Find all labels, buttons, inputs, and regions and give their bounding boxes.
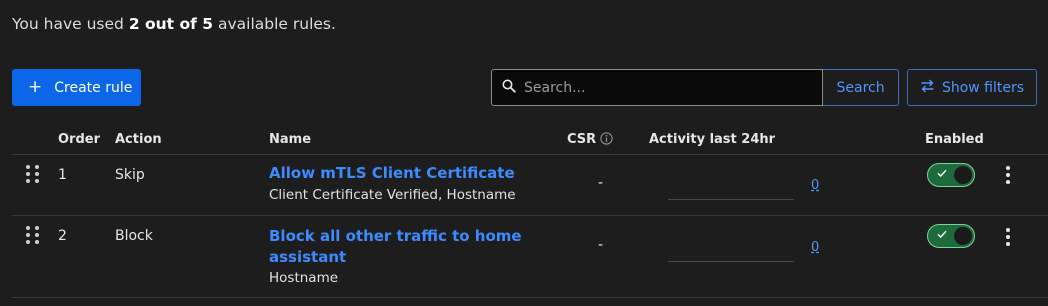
csr-header-label: CSR (567, 132, 597, 147)
search-input[interactable] (524, 79, 804, 96)
enabled-toggle[interactable] (927, 224, 975, 248)
kebab-menu-icon[interactable] (1005, 165, 1011, 185)
row-order: 2 (58, 228, 67, 244)
show-filters-label: Show filters (941, 79, 1025, 96)
info-icon[interactable] (600, 132, 613, 149)
rule-name-link-line2[interactable]: assistant (269, 247, 346, 268)
swap-arrows-icon (920, 79, 935, 97)
toggle-knob (954, 166, 972, 184)
usage-suffix: available rules. (213, 15, 336, 33)
create-rule-label: Create rule (54, 79, 133, 96)
column-header-action[interactable]: Action (115, 132, 162, 147)
rule-name-link[interactable]: Allow mTLS Client Certificate (269, 163, 515, 184)
search-bar: Search (491, 69, 899, 106)
row-csr: - (598, 237, 604, 253)
column-header-activity: Activity last 24hr (649, 132, 776, 147)
activity-count-link[interactable]: 0 (811, 240, 819, 255)
usage-count: 2 out of 5 (128, 15, 214, 33)
column-header-name[interactable]: Name (269, 132, 311, 147)
activity-sparkline (668, 199, 794, 200)
row-action: Skip (115, 167, 145, 183)
plus-icon: + (28, 77, 43, 97)
rule-detail: Client Certificate Verified, Hostname (269, 187, 516, 203)
row-action: Block (115, 228, 153, 244)
drag-handle-icon[interactable] (26, 226, 40, 244)
enabled-toggle[interactable] (927, 163, 975, 187)
row-csr: - (598, 175, 604, 191)
header-divider (12, 154, 1048, 155)
column-header-csr: CSR (567, 132, 613, 149)
rules-usage-text: You have used 2 out of 5 available rules… (12, 15, 336, 33)
activity-sparkline (668, 261, 794, 262)
activity-count-link[interactable]: 0 (811, 178, 819, 193)
search-button[interactable]: Search (823, 69, 899, 106)
search-field[interactable] (491, 69, 824, 106)
toggle-knob (954, 227, 972, 245)
rule-name-link[interactable]: Block all other traffic to home (269, 226, 522, 247)
create-rule-button[interactable]: + Create rule (12, 69, 141, 106)
row-order: 1 (58, 167, 67, 183)
show-filters-button[interactable]: Show filters (907, 69, 1037, 106)
check-icon (936, 167, 948, 183)
column-header-enabled: Enabled (925, 132, 984, 147)
usage-prefix: You have used (12, 15, 129, 33)
row-divider (12, 215, 1048, 216)
column-header-order[interactable]: Order (58, 132, 100, 147)
check-icon (936, 228, 948, 244)
rule-detail: Hostname (269, 270, 339, 286)
search-icon (502, 79, 516, 97)
row-divider (12, 297, 1048, 298)
drag-handle-icon[interactable] (26, 165, 40, 183)
kebab-menu-icon[interactable] (1005, 227, 1011, 247)
